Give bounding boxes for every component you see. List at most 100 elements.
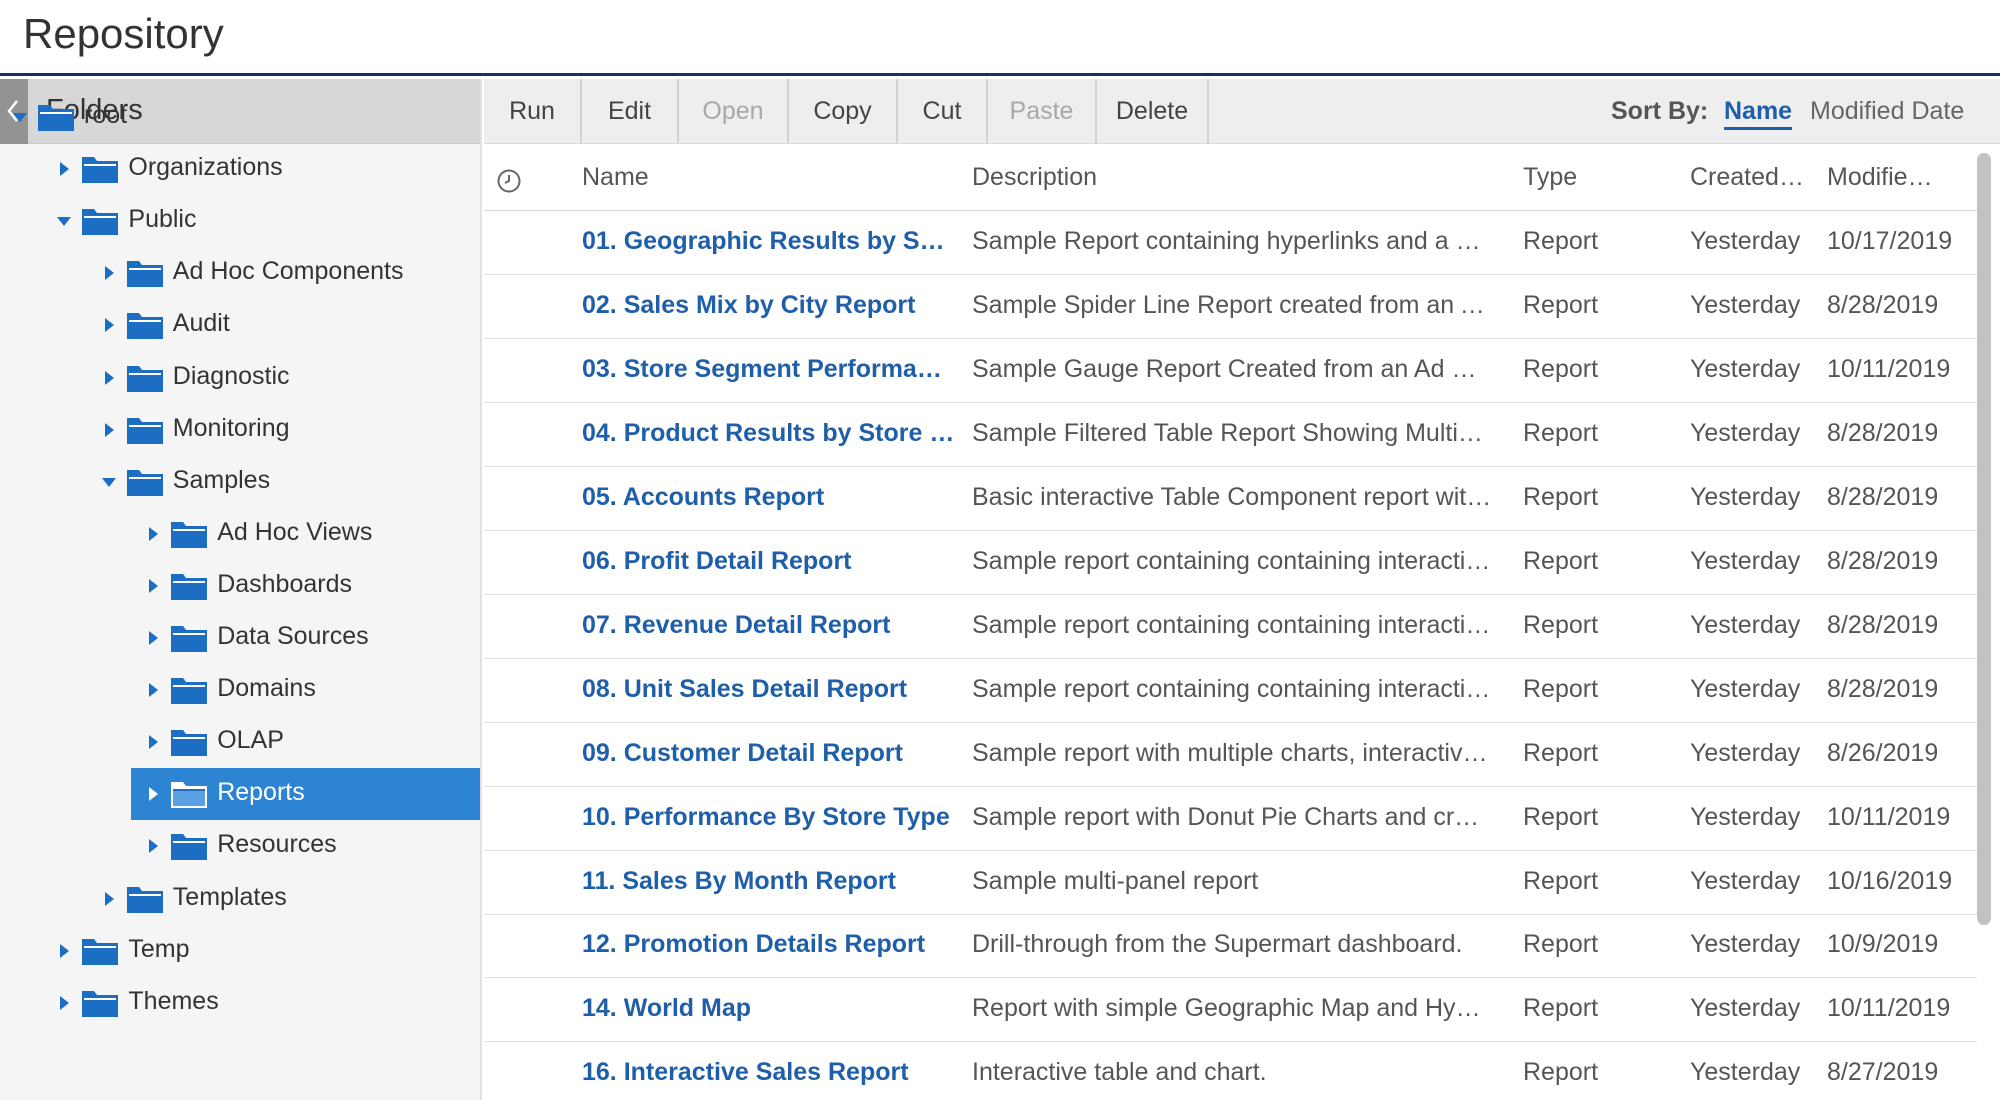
tree-item[interactable]: Templates	[0, 873, 480, 925]
caret-right-icon[interactable]	[145, 837, 161, 855]
tree-item[interactable]: Dashboards	[0, 560, 480, 612]
table-row[interactable]: 05. Accounts Report Basic interactive Tab…	[484, 467, 1977, 531]
table-row[interactable]: 04. Product Results by Store Type Report…	[484, 403, 1977, 467]
report-link[interactable]: 09. Customer Detail Report	[582, 739, 957, 768]
cell-modified: 10/11/2019	[1827, 802, 1951, 831]
caret-right-icon[interactable]	[145, 577, 161, 595]
cell-description: Sample Spider Line Report created from a…	[972, 290, 1492, 319]
caret-right-icon[interactable]	[145, 785, 161, 803]
cell-description: Sample multi-panel report	[972, 866, 1259, 895]
tree-item[interactable]: OLAP	[0, 716, 480, 768]
tree-item[interactable]: Reports	[0, 768, 480, 821]
caret-down-icon[interactable]	[101, 473, 117, 491]
cell-description: Sample Report containing hyperlinks and …	[972, 227, 1492, 255]
tree-item[interactable]: Themes	[0, 977, 480, 1029]
tree-item[interactable]: Diagnostic	[0, 352, 480, 404]
cell-modified: 8/28/2019	[1827, 610, 1939, 639]
caret-right-icon[interactable]	[56, 942, 72, 960]
cut-button[interactable]: Cut	[898, 79, 988, 143]
sort-option-name[interactable]: Name	[1724, 97, 1793, 130]
report-link[interactable]: 08. Unit Sales Detail Report	[582, 675, 957, 704]
column-header-modified[interactable]: Modifie…	[1827, 163, 1933, 192]
sort-option-modified-date[interactable]: Modified Date	[1810, 97, 1964, 126]
table-row[interactable]: 12. Promotion Details Report Drill-throug…	[484, 914, 1977, 979]
tree-item[interactable]: Samples	[0, 456, 480, 508]
cell-description: Drill-through from the Supermart dashboa…	[972, 930, 1463, 959]
run-button[interactable]: Run	[484, 79, 582, 143]
edit-button[interactable]: Edit	[582, 79, 679, 143]
cell-type: Report	[1523, 418, 1599, 447]
cell-description: Sample Gauge Report Created from an Ad H…	[972, 354, 1492, 383]
column-header-description[interactable]: Description	[972, 163, 1097, 192]
scrollbar-thumb[interactable]	[1977, 153, 1991, 925]
cell-type: Report	[1523, 994, 1599, 1023]
report-link[interactable]: 02. Sales Mix by City Report	[582, 291, 957, 320]
tree-item[interactable]: Data Sources	[0, 612, 480, 664]
tree-item-label: Temp	[128, 934, 190, 963]
tree-item-label: Domains	[217, 674, 316, 703]
table-row[interactable]: 03. Store Segment Performance Report Samp…	[484, 339, 1977, 403]
report-link[interactable]: 03. Store Segment Performance Report	[582, 355, 957, 384]
delete-button[interactable]: Delete	[1097, 79, 1209, 143]
report-link[interactable]: 11. Sales By Month Report	[582, 867, 957, 896]
copy-button[interactable]: Copy	[789, 79, 898, 143]
tree-item[interactable]: Public	[0, 195, 480, 247]
caret-right-icon[interactable]	[101, 316, 117, 334]
tree-item[interactable]: Ad Hoc Components	[0, 247, 480, 299]
table-row[interactable]: 02. Sales Mix by City Report Sample Spide…	[484, 275, 1977, 339]
cell-created: Yesterday	[1690, 866, 1801, 895]
caret-right-icon[interactable]	[101, 421, 117, 439]
caret-right-icon[interactable]	[101, 890, 117, 908]
table-row[interactable]: 06. Profit Detail Report Sample report co…	[484, 531, 1977, 595]
results-list: Name Description Type Created… Modifie… …	[484, 145, 1977, 1100]
report-link[interactable]: 01. Geographic Results by Segment Report	[582, 227, 957, 256]
report-link[interactable]: 05. Accounts Report	[582, 483, 957, 512]
caret-right-icon[interactable]	[145, 681, 161, 699]
tree-item[interactable]: root	[0, 91, 480, 143]
table-row[interactable]: 01. Geographic Results by Segment Report…	[484, 211, 1977, 275]
report-link[interactable]: 14. World Map	[582, 994, 957, 1023]
cell-type: Report	[1523, 802, 1599, 831]
caret-right-icon[interactable]	[101, 369, 117, 387]
tree-item-label: Reports	[217, 778, 305, 807]
tree-item[interactable]: Domains	[0, 664, 480, 716]
report-link[interactable]: 10. Performance By Store Type	[582, 803, 957, 832]
tree-item[interactable]: Temp	[0, 925, 480, 977]
caret-right-icon[interactable]	[145, 733, 161, 751]
report-link[interactable]: 07. Revenue Detail Report	[582, 611, 957, 640]
report-link[interactable]: 12. Promotion Details Report	[582, 930, 957, 959]
column-header-name[interactable]: Name	[582, 163, 649, 192]
vertical-scrollbar[interactable]	[1977, 145, 2000, 1100]
folder-icon	[126, 886, 163, 913]
caret-down-icon[interactable]	[12, 108, 28, 126]
table-row[interactable]: 08. Unit Sales Detail Report Sample repor…	[484, 659, 1977, 723]
column-header-type[interactable]: Type	[1523, 163, 1577, 192]
caret-right-icon[interactable]	[145, 525, 161, 543]
cell-description: Sample report with multiple charts, inte…	[972, 738, 1492, 767]
column-header-created[interactable]: Created…	[1690, 163, 1804, 192]
tree-item-label: root	[84, 101, 128, 129]
caret-down-icon[interactable]	[56, 212, 72, 230]
caret-right-icon[interactable]	[56, 994, 72, 1012]
report-link[interactable]: 16. Interactive Sales Report	[582, 1058, 957, 1087]
tree-item[interactable]: Audit	[0, 299, 480, 351]
table-row[interactable]: 14. World Map Report with simple Geograph…	[484, 978, 1977, 1043]
tree-item[interactable]: Monitoring	[0, 404, 480, 456]
caret-right-icon[interactable]	[56, 160, 72, 178]
table-row[interactable]: 11. Sales By Month Report Sample multi-pa…	[484, 851, 1977, 915]
report-link[interactable]: 04. Product Results by Store Type Report	[582, 419, 957, 448]
column-header-row: Name Description Type Created… Modifie…	[484, 145, 1977, 211]
table-row[interactable]: 07. Revenue Detail Report Sample report c…	[484, 595, 1977, 659]
clock-icon[interactable]	[496, 168, 522, 194]
tree-item[interactable]: Resources	[0, 820, 480, 872]
caret-right-icon[interactable]	[145, 629, 161, 647]
caret-right-icon[interactable]	[101, 264, 117, 282]
cell-created: Yesterday	[1690, 610, 1801, 639]
tree-item[interactable]: Organizations	[0, 143, 480, 195]
table-row[interactable]: 10. Performance By Store Type Sample repo…	[484, 787, 1977, 851]
tree-item[interactable]: Ad Hoc Views	[0, 508, 480, 560]
report-link[interactable]: 06. Profit Detail Report	[582, 547, 957, 576]
cell-modified: 8/28/2019	[1827, 482, 1939, 511]
table-row[interactable]: 16. Interactive Sales Report Interactive …	[484, 1042, 1977, 1100]
table-row[interactable]: 09. Customer Detail Report Sample report …	[484, 723, 1977, 787]
